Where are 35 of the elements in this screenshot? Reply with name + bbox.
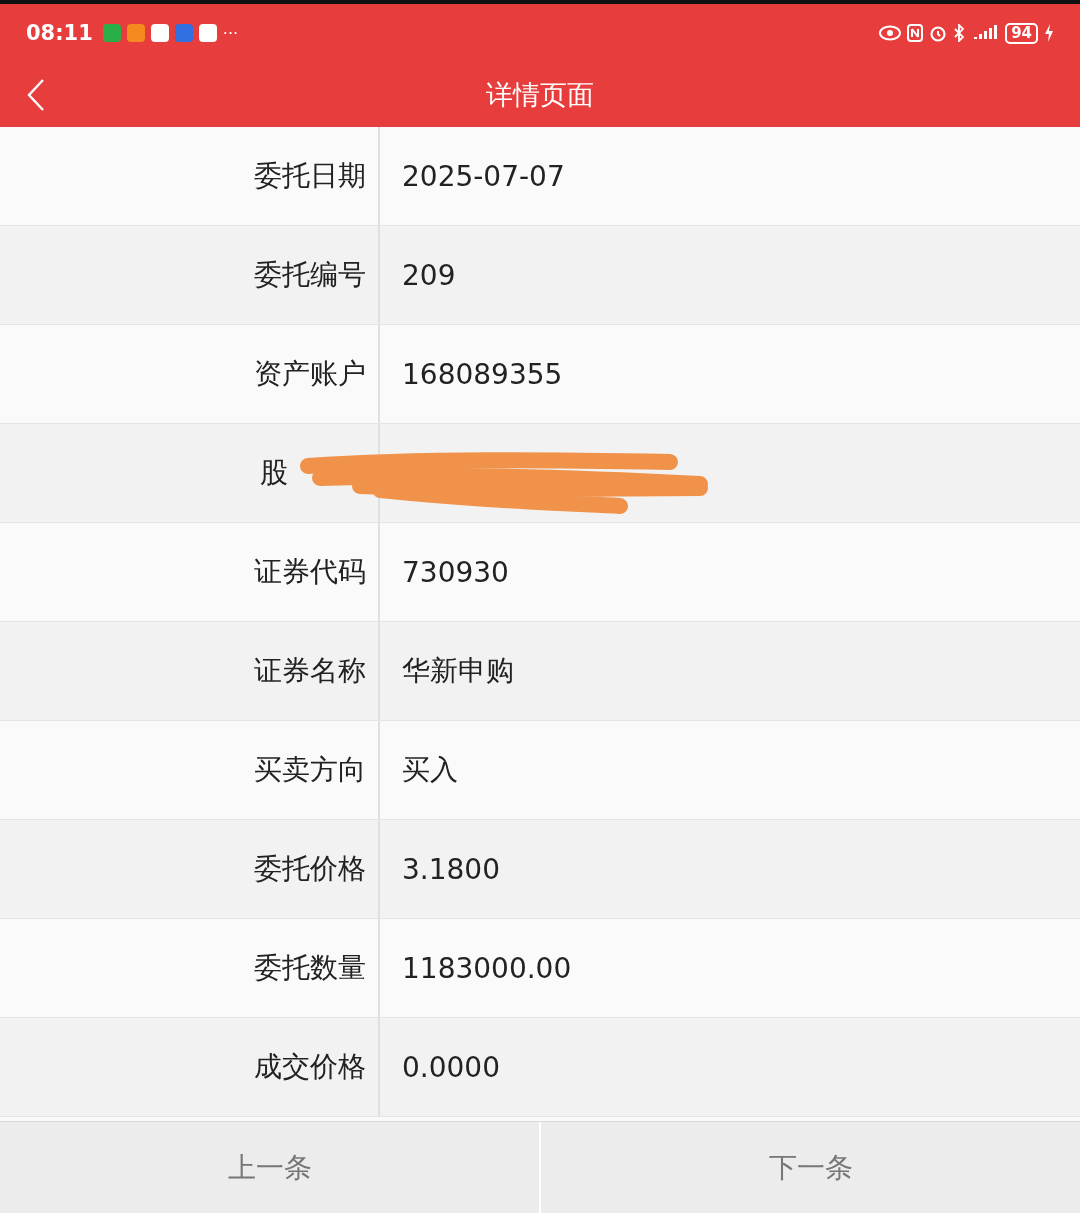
alarm-icon	[929, 24, 948, 42]
app-notification-icon	[198, 24, 217, 42]
back-icon[interactable]	[26, 78, 46, 112]
field-label: 成交价格	[254, 1049, 366, 1085]
field-label: 委托价格	[254, 851, 366, 887]
field-value: 3.1800	[402, 852, 500, 886]
field-label: 证券代码	[254, 554, 366, 590]
field-value: 209	[402, 258, 456, 292]
field-value: 华新申购	[402, 653, 514, 689]
nfc-icon	[907, 24, 924, 42]
field-value: 0.0000	[402, 1050, 500, 1084]
bluetooth-icon	[953, 24, 966, 42]
signal-icon	[971, 25, 1000, 41]
field-label: 委托数量	[254, 950, 366, 986]
field-label: 资产账户	[254, 356, 366, 392]
status-time: 08:11	[26, 21, 93, 45]
field-value: 168089355	[402, 357, 563, 391]
eye-icon	[879, 25, 902, 41]
battery-level: 94	[1005, 22, 1038, 44]
app-notification-icon	[150, 24, 169, 42]
page-title: 详情页面	[486, 77, 594, 112]
more-notifications: ···	[222, 23, 239, 43]
field-value: 1183000.00	[402, 951, 572, 985]
field-label: 证券名称	[254, 653, 366, 689]
app-notification-icon	[126, 24, 145, 42]
field-value: 730930	[402, 555, 509, 589]
field-label: 买卖方向	[254, 752, 366, 788]
field-label: 股	[260, 455, 288, 491]
app-notification-icon	[102, 24, 121, 42]
charging-icon	[1044, 24, 1054, 42]
field-value: 买入	[402, 752, 458, 788]
field-label: 委托日期	[254, 158, 366, 194]
field-label: 委托编号	[254, 257, 366, 293]
app-notification-icon	[174, 24, 193, 42]
field-value: 2025-07-07	[402, 159, 565, 193]
